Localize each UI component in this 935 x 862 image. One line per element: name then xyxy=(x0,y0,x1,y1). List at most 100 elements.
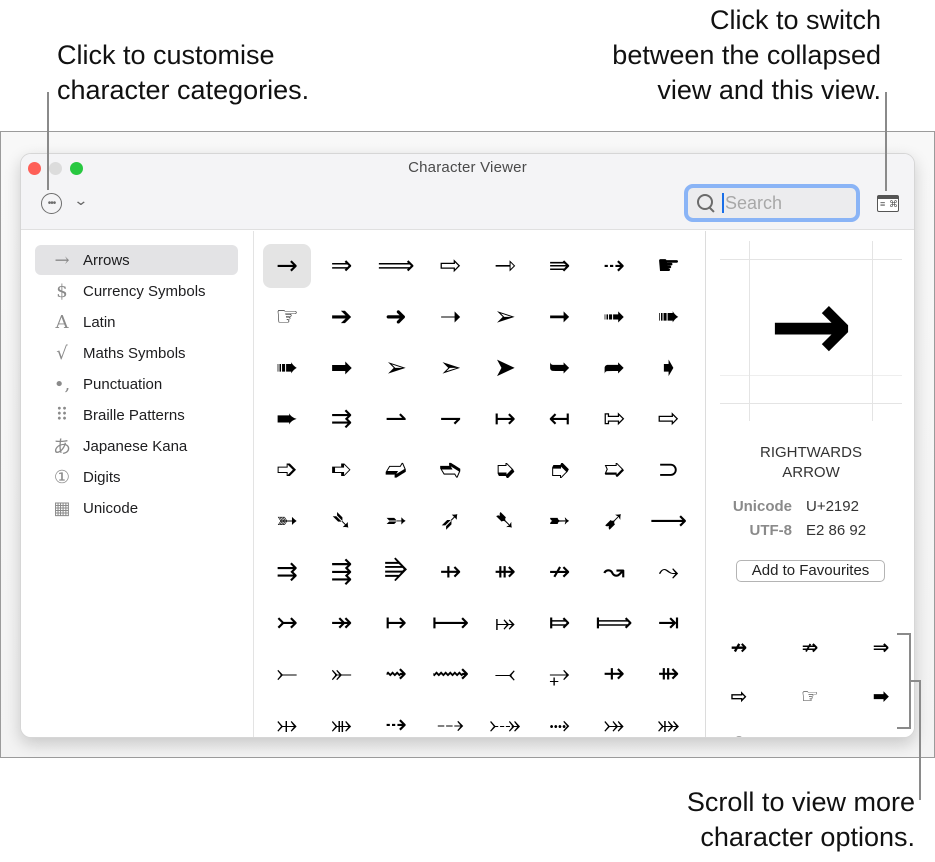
character-cell[interactable]: ↝ xyxy=(590,550,638,594)
character-cell[interactable]: ⟿ xyxy=(427,652,475,696)
related-character[interactable]: ⇏ xyxy=(785,632,835,662)
character-cell[interactable]: ➢ xyxy=(481,295,529,339)
character-cell[interactable]: ⇝ xyxy=(372,652,420,696)
character-cell[interactable]: ⇢ xyxy=(372,703,420,737)
character-cell[interactable]: ⇸ xyxy=(590,652,638,696)
character-cell[interactable]: ⇸ xyxy=(427,550,475,594)
character-cell[interactable]: ➔ xyxy=(318,295,366,339)
character-cell[interactable]: ➶ xyxy=(427,499,475,543)
character-cell[interactable]: ↣ xyxy=(263,601,311,645)
character-cell[interactable]: ⇥ xyxy=(645,601,693,645)
add-to-favourites-button[interactable]: Add to Favourites xyxy=(736,560,885,582)
character-cell[interactable]: ⤐ xyxy=(481,703,529,738)
character-cell[interactable]: ⇰ xyxy=(590,397,638,441)
related-character[interactable]: ⓘ xyxy=(714,730,764,738)
character-cell[interactable]: ⇛ xyxy=(536,244,584,288)
related-character[interactable]: ⇨ xyxy=(714,681,764,711)
sidebar-item-unicode[interactable]: ▦ Unicode xyxy=(35,493,238,523)
character-cell[interactable]: ➠ xyxy=(645,295,693,339)
search-input[interactable] xyxy=(725,192,845,214)
sidebar-item-japanese-kana[interactable]: あ Japanese Kana xyxy=(35,431,238,461)
character-cell[interactable]: ⤑ xyxy=(536,703,584,738)
character-cell[interactable]: ⤖ xyxy=(590,703,638,738)
character-cell[interactable]: ⇶ xyxy=(318,550,366,594)
character-cell[interactable]: ↤ xyxy=(536,397,584,441)
character-cell[interactable]: ⤕ xyxy=(318,703,366,738)
character-cell[interactable]: ↦ xyxy=(481,397,529,441)
character-cell[interactable]: ↛ xyxy=(536,550,584,594)
character-cell[interactable]: ⟼ xyxy=(427,601,475,645)
character-cell[interactable]: ⇁ xyxy=(427,397,475,441)
related-character[interactable]: ☞ xyxy=(785,681,835,711)
character-cell[interactable]: ↠ xyxy=(318,601,366,645)
character-cell[interactable]: ⤳ xyxy=(645,550,693,594)
related-character[interactable]: ⇒ xyxy=(856,632,906,662)
character-cell[interactable]: ➵ xyxy=(372,499,420,543)
collapse-view-toggle-button[interactable]: ≡ ⌘ xyxy=(877,195,899,212)
character-cell[interactable]: ➴ xyxy=(318,499,366,543)
character-cell[interactable]: ➧ xyxy=(645,346,693,390)
sidebar-item-digits[interactable]: ① Digits xyxy=(35,462,238,492)
character-cell[interactable]: ➳ xyxy=(263,499,311,543)
character-cell[interactable]: ➥ xyxy=(536,346,584,390)
character-cell[interactable]: ➪ xyxy=(318,448,366,492)
character-cell[interactable]: ➤ xyxy=(481,346,529,390)
sidebar-item-arrows[interactable]: → Arrows xyxy=(35,245,238,275)
character-cell[interactable]: ➜ xyxy=(372,295,420,339)
character-cell[interactable]: ⤅ xyxy=(481,601,529,645)
character-cell[interactable]: ⟶ xyxy=(645,499,693,543)
character-cell[interactable]: ⭆ xyxy=(372,550,420,594)
character-cell[interactable]: ⇀ xyxy=(372,397,420,441)
character-cell[interactable]: ⇨ xyxy=(427,244,475,288)
character-cell[interactable]: ⇻ xyxy=(645,652,693,696)
character-cell[interactable]: ➹ xyxy=(590,499,638,543)
sidebar-item-maths-symbols[interactable]: √ Maths Symbols xyxy=(35,338,238,368)
character-cell[interactable]: ➭ xyxy=(481,448,529,492)
character-cell[interactable]: ⤗ xyxy=(645,703,693,738)
character-cell[interactable]: ⤔ xyxy=(263,703,311,738)
character-cell[interactable]: ⇾ xyxy=(481,244,529,288)
sidebar-item-latin[interactable]: A Latin xyxy=(35,307,238,337)
character-cell[interactable]: ➩ xyxy=(263,448,311,492)
character-cell[interactable]: ⤙ xyxy=(481,652,529,696)
character-cell[interactable]: ➸ xyxy=(536,499,584,543)
character-cell[interactable]: ➞ xyxy=(536,295,584,339)
character-cell[interactable]: ⟹ xyxy=(372,244,420,288)
character-cell[interactable]: ➨ xyxy=(263,397,311,441)
related-character[interactable]: ➡ xyxy=(856,681,906,711)
character-cell[interactable]: ➯ xyxy=(590,448,638,492)
character-cell[interactable]: ➣ xyxy=(427,346,475,390)
character-cell[interactable]: ➠ xyxy=(263,346,311,390)
chevron-down-icon[interactable]: ⌄ xyxy=(73,192,88,209)
sidebar-item-currency-symbols[interactable]: $ Currency Symbols xyxy=(35,276,238,306)
character-cell[interactable]: ➮ xyxy=(536,448,584,492)
character-cell[interactable]: ➡ xyxy=(318,346,366,390)
sidebar-item-punctuation[interactable]: •, Punctuation xyxy=(35,369,238,399)
character-cell[interactable]: ⟾ xyxy=(590,601,638,645)
character-cell[interactable]: ⤜ xyxy=(318,652,366,696)
character-cell[interactable]: ⇒ xyxy=(318,244,366,288)
related-character[interactable]: ↛ xyxy=(714,632,764,662)
character-cell[interactable]: ⇉ xyxy=(318,397,366,441)
character-cell[interactable]: ⥅ xyxy=(536,652,584,696)
character-cell[interactable]: → xyxy=(263,244,311,288)
character-cell[interactable]: ➟ xyxy=(590,295,638,339)
character-cell[interactable]: ↦ xyxy=(372,601,420,645)
character-grid[interactable]: → ⇒ ⟹ ⇨ ⇾ ⇛ ⇢ ☛ ☞ ➔ ➜ ➝ ➢ ➞ ➟ ➠ ➠ ➡ ➢ ➣ ➤ ➥ ➦ ➧ ➨ ⇉ ⇀ ⇁ ↦ ↤ ⇰ ⇨ ➩ ➪ ➫ ➬ ➭ ➮ ➯ ⊃… xyxy=(255,231,705,738)
search-field[interactable] xyxy=(684,184,860,222)
character-cell[interactable]: ➦ xyxy=(590,346,638,390)
character-cell[interactable]: ➫ xyxy=(372,448,420,492)
character-cell[interactable]: ⇉ xyxy=(263,550,311,594)
character-cell[interactable]: ⤇ xyxy=(536,601,584,645)
character-cell[interactable]: ⇢ xyxy=(590,244,638,288)
character-cell[interactable]: ➝ xyxy=(427,295,475,339)
character-cell[interactable]: ⇻ xyxy=(481,550,529,594)
character-cell[interactable]: ☞ xyxy=(263,295,311,339)
related-character[interactable]: ⟊ xyxy=(785,730,835,737)
character-cell[interactable]: ➬ xyxy=(427,448,475,492)
sidebar-item-braille-patterns[interactable]: ⠿ Braille Patterns xyxy=(35,400,238,430)
character-cell[interactable]: ☛ xyxy=(645,244,693,288)
character-cell[interactable]: ⊃ xyxy=(645,448,693,492)
character-cell[interactable]: ➢ xyxy=(372,346,420,390)
character-cell[interactable]: ⤏ xyxy=(427,703,475,738)
